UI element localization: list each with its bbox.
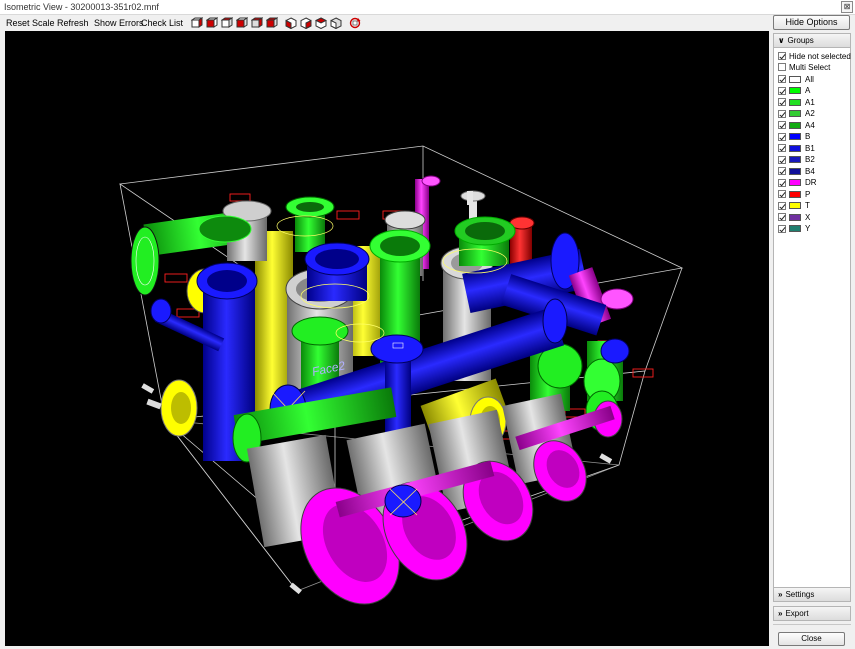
group-label: B [805,132,811,141]
group-label: T [805,201,810,210]
view-top-icon[interactable] [251,17,263,29]
group-label: Y [805,224,811,233]
isometric-viewport[interactable]: Face2 [5,31,769,646]
toolbar: Reset Scale Refresh Show Errors Check Li… [0,15,770,31]
hide-not-selected-option[interactable]: Hide not selected [778,51,851,61]
group-label: A [805,86,811,95]
group-color-swatch [789,98,801,106]
export-header-label: Export [785,609,809,618]
close-button[interactable]: Close [778,632,845,646]
group-item[interactable]: DR [778,178,817,188]
group-color-swatch [789,190,801,198]
hide-not-selected-label: Hide not selected [789,51,851,61]
settings-section-header[interactable]: » Settings [773,587,851,602]
group-item[interactable]: A [778,86,810,96]
expand-chevron-icon: » [778,609,783,618]
group-item[interactable]: P [778,189,810,199]
title-bar: Isometric View - 30200013-351r02.mnf ⊠ [0,0,855,15]
iso-view-1-icon[interactable] [285,17,297,29]
group-checkbox[interactable] [778,75,786,83]
multi-select-option[interactable]: Multi Select [778,62,830,72]
group-item[interactable]: Y [778,224,810,234]
iso-view-4-icon[interactable] [330,17,342,29]
group-label: X [805,212,811,222]
view-back-icon[interactable] [206,17,218,29]
group-color-swatch [789,133,801,140]
multi-select-checkbox[interactable] [778,63,786,71]
group-label: DR [805,178,817,187]
group-label: All [805,74,814,84]
group-label: P [805,189,811,199]
export-section-header[interactable]: » Export [773,606,851,621]
group-label: A1 [805,97,815,107]
group-color-swatch [789,75,801,83]
group-label: A2 [805,109,815,118]
hide-options-button[interactable]: Hide Options [773,15,850,30]
group-checkbox[interactable] [778,109,786,118]
group-checkbox[interactable] [778,98,786,106]
group-color-swatch [789,179,801,186]
iso-view-2-icon[interactable] [300,17,312,29]
view-bottom-icon[interactable] [266,17,278,29]
group-color-swatch [789,110,801,117]
group-item[interactable]: A1 [778,97,815,107]
group-checkbox[interactable] [778,224,786,233]
group-checkbox[interactable] [778,144,786,152]
group-color-swatch [789,156,801,163]
group-color-swatch [789,202,801,209]
group-checkbox[interactable] [778,190,786,198]
group-color-swatch [789,213,801,221]
group-checkbox[interactable] [778,167,786,175]
group-label: B2 [805,155,815,164]
check-list-button[interactable]: Check List [141,18,183,28]
group-item[interactable]: T [778,201,810,211]
group-item[interactable]: B4 [778,166,815,176]
multi-select-label: Multi Select [789,62,831,72]
divider [773,624,851,625]
group-item[interactable]: A4 [778,120,815,130]
hide-not-selected-checkbox[interactable] [778,52,786,60]
group-item[interactable]: A2 [778,109,815,119]
window-close-button[interactable]: ⊠ [841,1,853,13]
group-color-swatch [789,144,801,152]
group-color-swatch [789,167,801,175]
group-item[interactable]: B [778,132,810,142]
group-checkbox[interactable] [778,155,786,164]
group-checkbox[interactable] [778,132,786,141]
reset-scale-button[interactable]: Reset Scale [6,18,55,28]
view-front-icon[interactable] [191,17,203,29]
groups-panel: Hide not selected Multi Select All A A1 A2 A… [773,48,851,588]
group-item[interactable]: X [778,212,810,222]
group-item[interactable]: B2 [778,155,815,165]
show-errors-button[interactable]: Show Errors [94,18,144,28]
group-checkbox[interactable] [778,201,786,210]
group-item[interactable]: B1 [778,143,815,153]
group-label: A4 [805,120,815,130]
collapse-chevron-icon: ∨ [778,36,785,45]
group-checkbox[interactable] [778,86,786,95]
group-color-swatch [789,121,801,129]
groups-section-header[interactable]: ∨ Groups [773,33,851,48]
group-checkbox[interactable] [778,213,786,221]
group-label: B1 [805,143,815,153]
rotate-icon[interactable] [349,17,361,29]
group-checkbox[interactable] [778,121,786,129]
window-title: Isometric View - 30200013-351r02.mnf [4,2,159,12]
group-item[interactable]: All [778,74,814,84]
view-left-icon[interactable] [221,17,233,29]
settings-header-label: Settings [785,590,815,599]
manifold-3d-model: Face2 [118,145,684,605]
groups-header-label: Groups [787,36,814,45]
refresh-button[interactable]: Refresh [57,18,89,28]
group-label: B4 [805,166,815,176]
expand-chevron-icon: » [778,590,783,599]
group-checkbox[interactable] [778,178,786,187]
view-right-icon[interactable] [236,17,248,29]
group-color-swatch [789,87,801,94]
iso-view-3-icon[interactable] [315,17,327,29]
group-color-swatch [789,225,801,232]
